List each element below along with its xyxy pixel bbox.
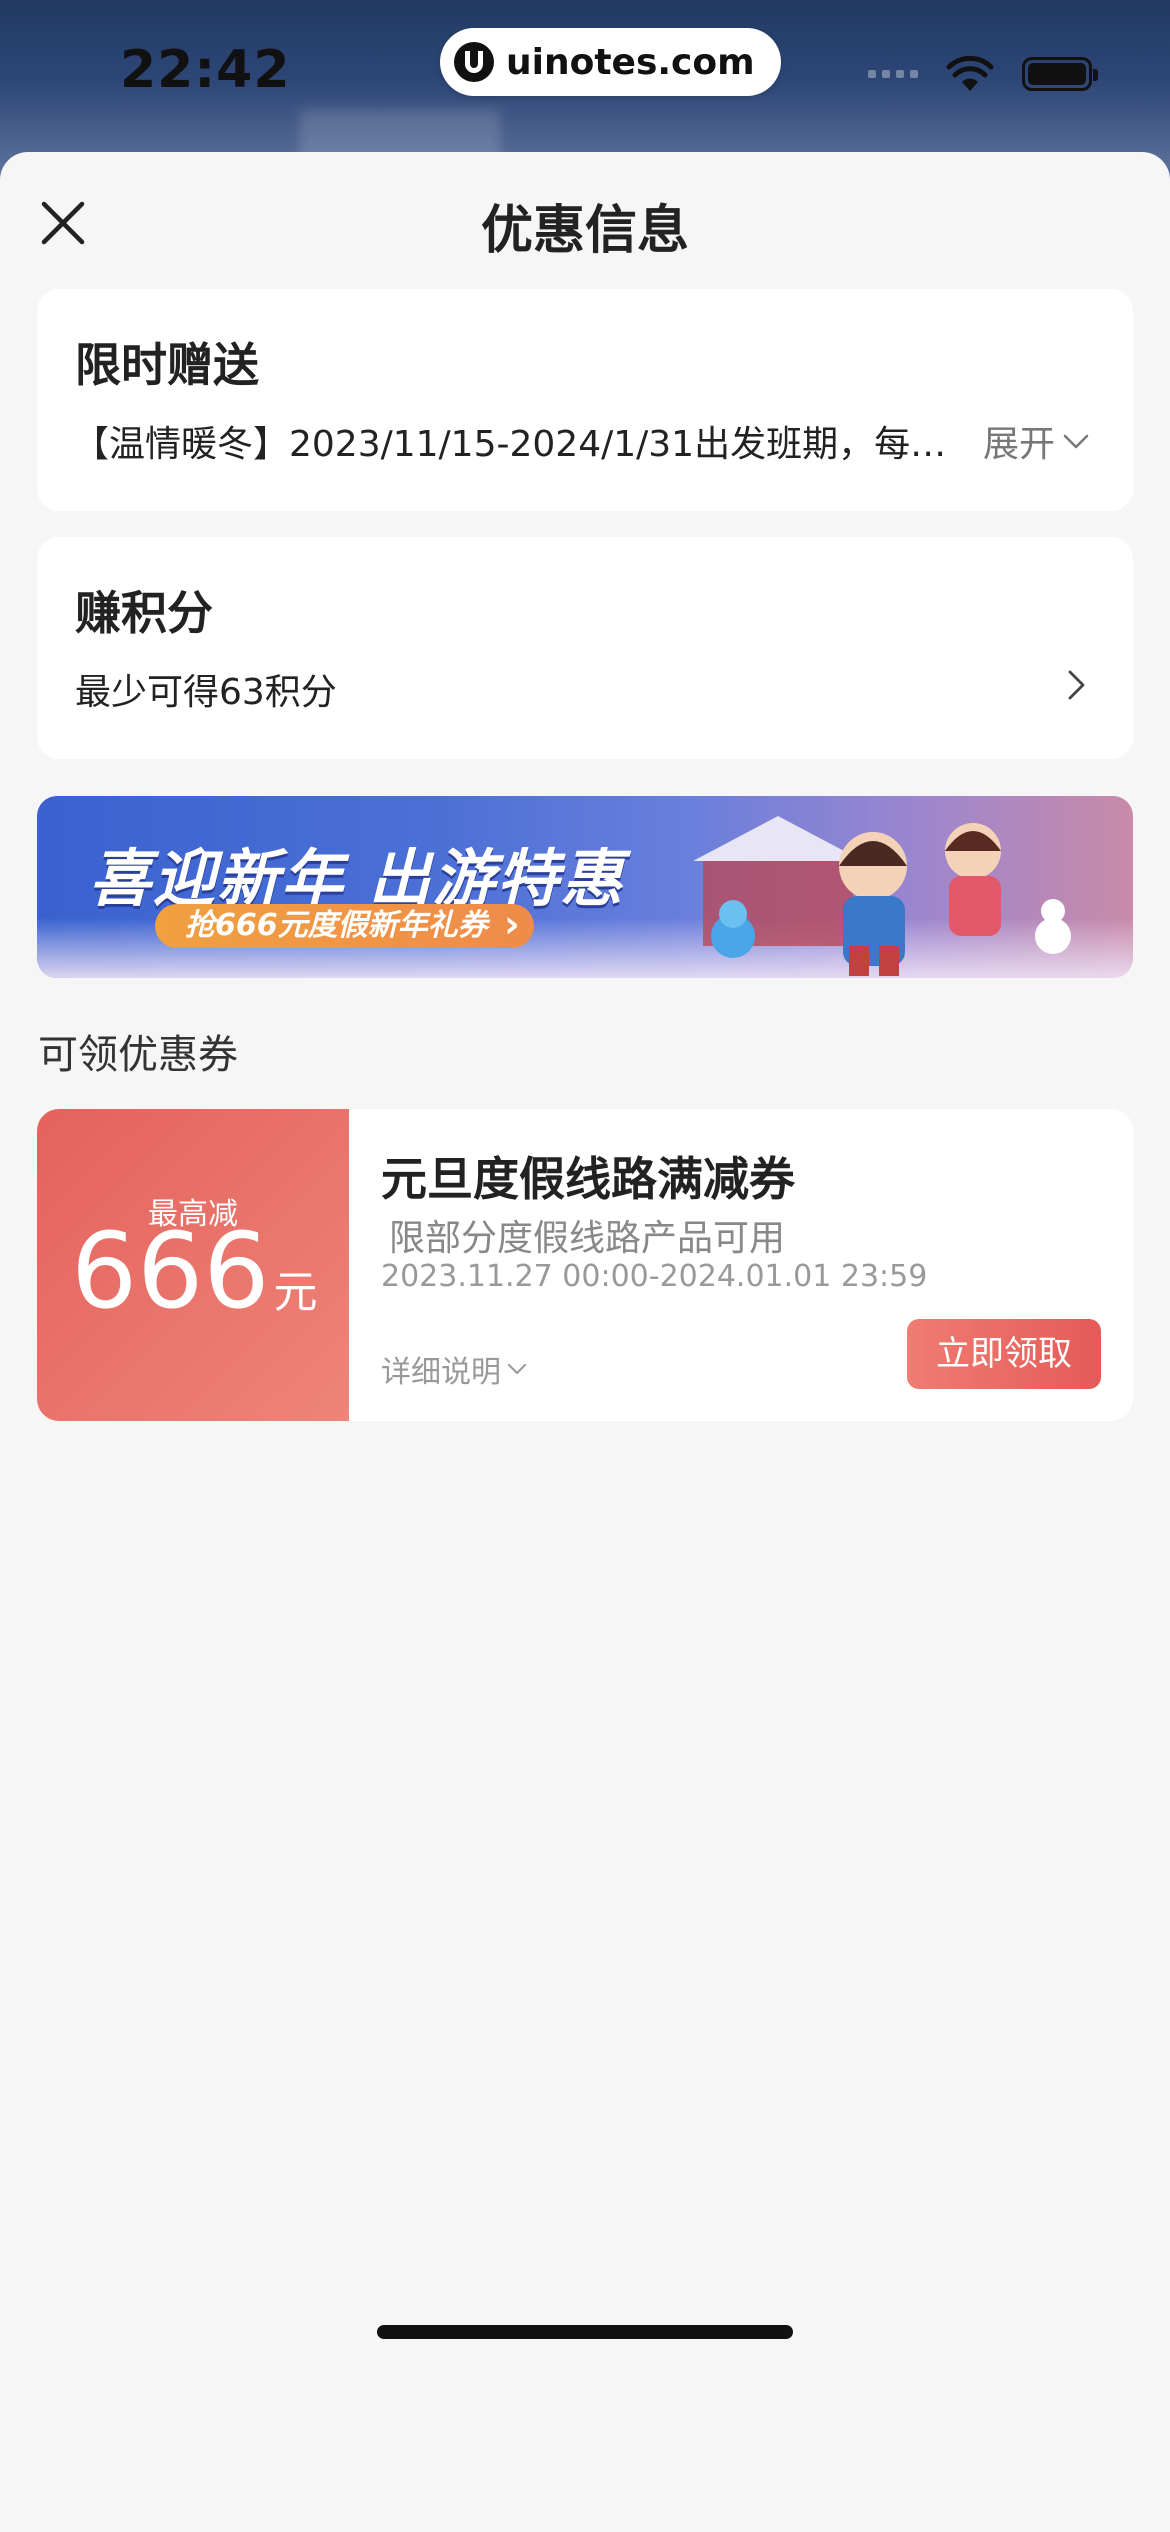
coupon-date-range: 2023.11.27 00:00-2024.01.01 23:59 xyxy=(381,1259,928,1294)
chevron-right-icon xyxy=(1068,670,1085,700)
signal-icon xyxy=(868,70,918,78)
gift-title: 限时赠送 xyxy=(75,338,259,392)
coupon-card: 最高减 666 元 元旦度假线路满减券 限部分度假线路产品可用 2023.11.… xyxy=(37,1109,1133,1421)
status-indicators xyxy=(868,55,1098,93)
expand-button[interactable]: 展开 xyxy=(983,415,1091,467)
coupon-amount-number: 666 xyxy=(71,1210,270,1332)
coupon-value-panel: 最高减 666 元 xyxy=(37,1109,349,1421)
points-title: 赚积分 xyxy=(75,586,213,640)
points-desc: 最少可得63积分 xyxy=(75,672,337,713)
expand-label: 展开 xyxy=(982,424,1055,465)
claim-button[interactable]: 立即领取 xyxy=(907,1319,1101,1389)
coupon-amount-unit: 元 xyxy=(273,1267,318,1318)
promotion-sheet: 优惠信息 限时赠送 【温情暖冬】2023/11/15-2024/1/31出发班期… xyxy=(0,152,1170,2532)
gift-card: 限时赠送 【温情暖冬】2023/11/15-2024/1/31出发班期，每… 展… xyxy=(37,289,1133,511)
coupon-detail-label: 详细说明 xyxy=(381,1355,501,1390)
chevron-down-icon xyxy=(508,1364,526,1374)
home-indicator[interactable] xyxy=(377,2325,793,2339)
chevron-down-icon xyxy=(1063,434,1089,449)
coupon-detail-toggle[interactable]: 详细说明 xyxy=(381,1347,529,1391)
sheet-header: 优惠信息 xyxy=(0,152,1170,288)
watermark-logo-icon xyxy=(454,42,494,82)
points-card[interactable]: 赚积分 最少可得63积分 xyxy=(37,537,1133,759)
coupons-section-label: 可领优惠券 xyxy=(38,1032,238,1078)
watermark: uinotes.com xyxy=(440,28,781,96)
status-time: 22:42 xyxy=(120,40,291,100)
banner-illustration xyxy=(693,816,1071,976)
gift-desc: 【温情暖冬】2023/11/15-2024/1/31出发班期，每… xyxy=(73,424,947,465)
watermark-text: uinotes.com xyxy=(506,41,755,83)
coupon-title: 元旦度假线路满减券 xyxy=(381,1152,795,1206)
sheet-title: 优惠信息 xyxy=(480,201,689,261)
wifi-icon xyxy=(946,55,994,91)
coupon-amount: 666 元 xyxy=(71,1219,318,1323)
coupon-scope: 限部分度假线路产品可用 xyxy=(389,1218,786,1259)
battery-icon xyxy=(1022,57,1098,91)
promo-banner[interactable]: 喜迎新年 出游特惠 抢666元度假新年礼券 xyxy=(37,796,1133,978)
banner-subtitle: 抢666元度假新年礼券 xyxy=(155,902,534,948)
